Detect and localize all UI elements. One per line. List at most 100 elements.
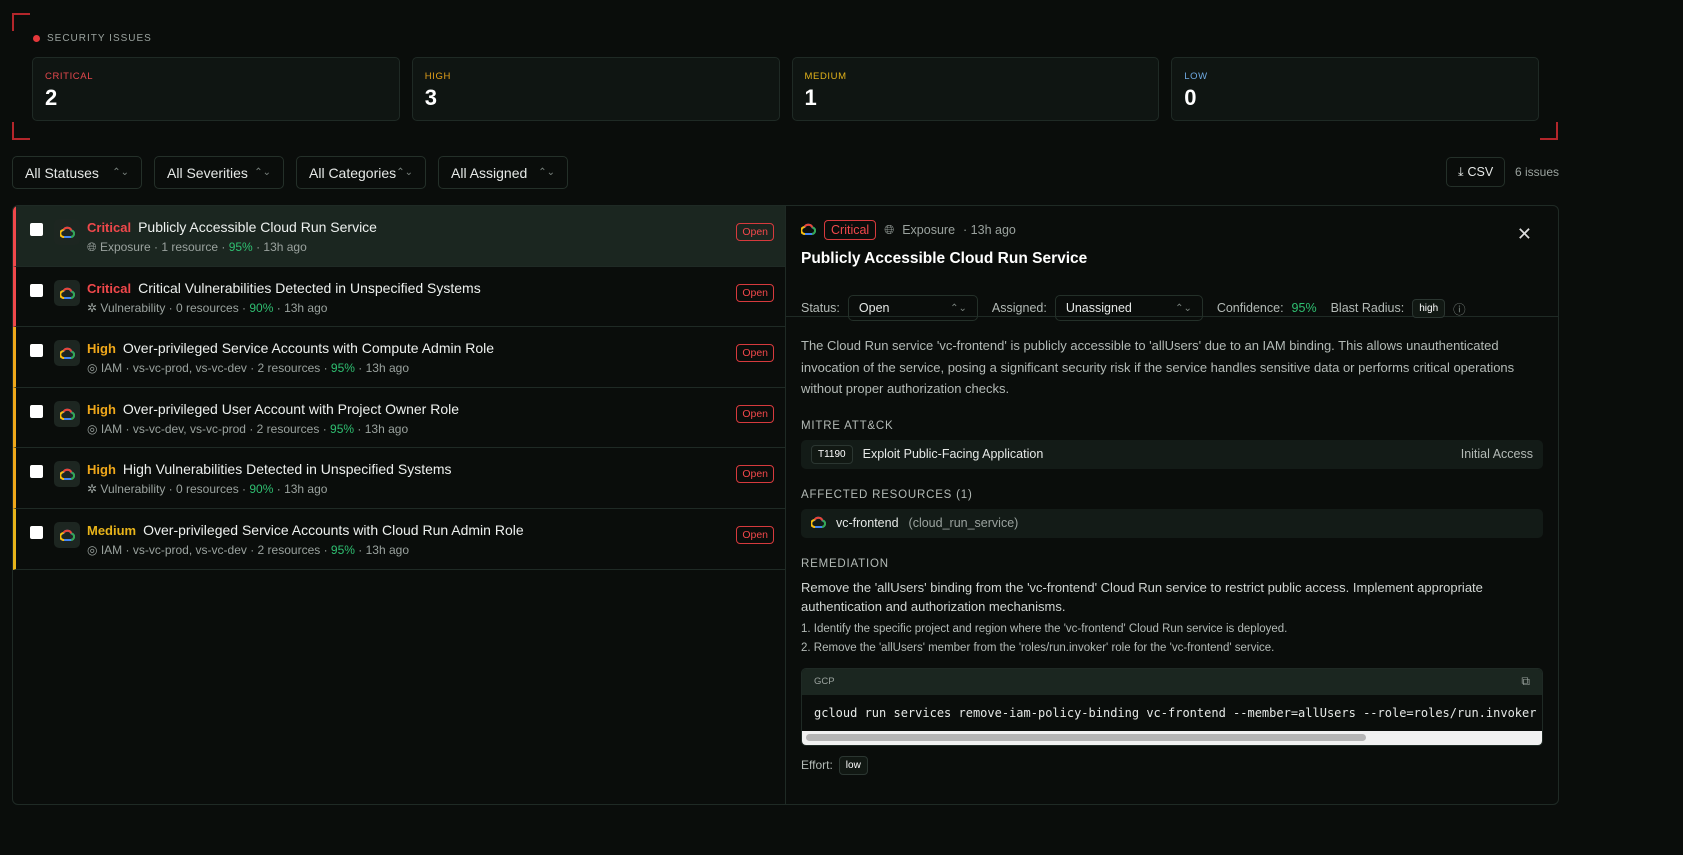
blast-radius-badge: high bbox=[1412, 298, 1446, 318]
category: Vulnerability bbox=[100, 300, 166, 315]
mitre-technique: T1190 Exploit Public-Facing Application … bbox=[801, 439, 1543, 469]
scrollbar-thumb[interactable] bbox=[806, 733, 1366, 741]
severity: Critical bbox=[87, 220, 132, 235]
effort-badge: low bbox=[838, 755, 868, 775]
frame-corner bbox=[12, 13, 30, 31]
resources-heading: AFFECTED RESOURCES (1) bbox=[801, 488, 973, 501]
category: Vulnerability bbox=[100, 482, 166, 497]
code-block: GCP ⧉ gcloud run services remove-iam-poli… bbox=[801, 667, 1543, 746]
issue-row[interactable]: High Over-privileged Service Accounts wit… bbox=[13, 327, 785, 388]
fingerprint-icon: ◎ bbox=[87, 421, 98, 436]
google-cloud-icon bbox=[54, 279, 80, 306]
status-label: Status: bbox=[801, 301, 840, 315]
age: 13h ago bbox=[284, 300, 328, 315]
status-dot bbox=[33, 35, 40, 42]
row-checkbox[interactable] bbox=[30, 223, 43, 236]
status-badge: Open bbox=[736, 344, 774, 363]
filter-value: All Severities bbox=[167, 164, 248, 181]
card-label: HIGH bbox=[424, 71, 451, 82]
issue-title: Over-privileged Service Accounts with Cl… bbox=[143, 521, 524, 538]
status-badge: Open bbox=[736, 404, 774, 423]
chevron-updown-icon: ⌃⌄ bbox=[538, 167, 555, 178]
resource-item[interactable]: vc-frontend (cloud_run_service) bbox=[801, 508, 1543, 538]
row-checkbox[interactable] bbox=[30, 344, 43, 358]
age: · 13h ago bbox=[963, 223, 1016, 237]
copy-icon[interactable]: ⧉ bbox=[1521, 674, 1530, 689]
card-label: LOW bbox=[1184, 71, 1208, 82]
severity: High bbox=[87, 401, 116, 417]
issues-panel: Critical Publicly Accessible Cloud Run Se… bbox=[12, 205, 1559, 805]
remediation-step: 2. Remove the 'allUsers' member from the… bbox=[801, 641, 1275, 654]
card-value: 0 bbox=[1184, 85, 1197, 110]
severity: High bbox=[87, 341, 116, 357]
summary-card-critical[interactable]: CRITICAL 2 bbox=[32, 57, 400, 121]
category: IAM bbox=[100, 542, 123, 557]
status-select[interactable]: Open ⌃⌄ bbox=[847, 295, 978, 321]
filter-select[interactable]: All Assigned ⌃⌄ bbox=[438, 156, 568, 189]
remediation-text: Remove the 'allUsers' binding from the '… bbox=[801, 579, 1483, 614]
mitre-heading: MITRE ATT&CK bbox=[801, 419, 894, 432]
issue-row[interactable]: Critical Publicly Accessible Cloud Run Se… bbox=[13, 206, 785, 267]
effort-label: Effort: bbox=[801, 758, 833, 772]
filter-select[interactable]: All Categories ⌃⌄ bbox=[296, 156, 426, 189]
chevron-updown-icon: ⌃⌄ bbox=[950, 302, 967, 314]
google-cloud-icon bbox=[54, 461, 80, 488]
section-header: SECURITY ISSUES bbox=[33, 33, 152, 44]
summary-card-low[interactable]: LOW 0 bbox=[1171, 57, 1539, 121]
issue-row[interactable]: High High Vulnerabilities Detected in Uns… bbox=[13, 448, 785, 509]
issue-row[interactable]: Critical Critical Vulnerabilities Detecte… bbox=[13, 266, 785, 328]
code-language: GCP bbox=[814, 676, 835, 687]
assigned-value: Unassigned bbox=[1065, 301, 1132, 315]
issue-row[interactable]: Medium Over-privileged Service Accounts w… bbox=[13, 508, 785, 570]
resources: 0 resources bbox=[176, 482, 239, 497]
row-checkbox[interactable] bbox=[30, 525, 43, 539]
severity-summary: CRITICAL 2 HIGH 3 MEDIUM 1 LOW 0 bbox=[32, 57, 1539, 121]
code-command: gcloud run services remove-iam-policy-bi… bbox=[814, 705, 1543, 720]
filter-select[interactable]: All Statuses ⌃⌄ bbox=[12, 156, 142, 189]
issue-row[interactable]: High Over-privileged User Account with Pr… bbox=[13, 387, 785, 449]
row-checkbox[interactable] bbox=[30, 283, 43, 297]
export-csv-button[interactable]: ⤓ CSV bbox=[1446, 157, 1506, 187]
summary-card-medium[interactable]: MEDIUM 1 bbox=[791, 57, 1160, 121]
google-cloud-icon bbox=[54, 521, 80, 548]
confidence: 90% bbox=[249, 482, 274, 497]
close-icon[interactable]: ✕ bbox=[1517, 224, 1532, 245]
filter-value: All Categories bbox=[309, 164, 397, 181]
card-label: MEDIUM bbox=[804, 71, 847, 82]
resources: 2 resources bbox=[257, 361, 321, 376]
filter-select[interactable]: All Severities ⌃⌄ bbox=[154, 156, 284, 189]
assignee-select[interactable]: Unassigned ⌃⌄ bbox=[1054, 295, 1203, 321]
status-badge: Open bbox=[736, 525, 774, 544]
resource-name: vc-frontend bbox=[836, 516, 899, 530]
category: IAM bbox=[100, 361, 123, 376]
resources: 2 resources bbox=[257, 542, 321, 557]
assigned-label: Assigned: bbox=[991, 301, 1047, 315]
row-checkbox[interactable] bbox=[30, 404, 43, 418]
remediation-heading: REMEDIATION bbox=[801, 557, 889, 570]
projects: vs-vc-prod, vs-vc-dev bbox=[132, 361, 247, 376]
section-title: SECURITY ISSUES bbox=[47, 33, 152, 44]
issue-detail: Critical 🌐︎ Exposure · 13h ago Publicly … bbox=[786, 206, 1558, 804]
filter-value: All Assigned bbox=[451, 164, 528, 181]
horizontal-scrollbar[interactable] bbox=[802, 730, 1542, 745]
fingerprint-icon: ◎ bbox=[87, 361, 98, 376]
confidence: 95% bbox=[330, 361, 355, 376]
confidence: 95% bbox=[330, 542, 355, 557]
google-cloud-icon bbox=[54, 400, 80, 427]
help-icon[interactable]: ⓘ bbox=[1453, 299, 1466, 318]
issue-title: Over-privileged User Account with Projec… bbox=[122, 400, 460, 417]
confidence-label: Confidence: bbox=[1216, 301, 1284, 315]
issue-title: Critical Vulnerabilities Detected in Uns… bbox=[138, 279, 481, 296]
tactic: Initial Access bbox=[1460, 447, 1533, 461]
card-value: 3 bbox=[424, 85, 437, 110]
globe-icon: 🌐︎ bbox=[87, 240, 97, 254]
age: 13h ago bbox=[284, 482, 328, 497]
row-checkbox[interactable] bbox=[30, 465, 43, 479]
issue-list: Critical Publicly Accessible Cloud Run Se… bbox=[13, 206, 786, 804]
frame-corner bbox=[1540, 122, 1558, 140]
age: 13h ago bbox=[365, 542, 410, 557]
technique-id: T1190 bbox=[811, 444, 853, 464]
detail-title: Publicly Accessible Cloud Run Service bbox=[801, 250, 1088, 267]
summary-card-high[interactable]: HIGH 3 bbox=[411, 57, 780, 121]
age: 13h ago bbox=[263, 240, 307, 254]
